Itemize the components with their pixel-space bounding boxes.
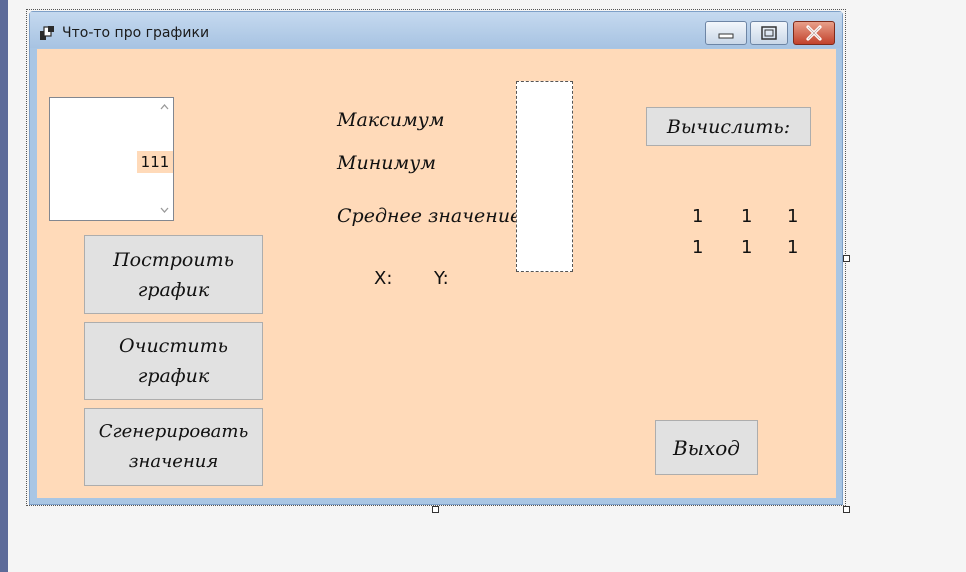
- resize-handle-right[interactable]: [843, 255, 850, 262]
- close-icon: [806, 25, 822, 41]
- maximize-icon: [761, 26, 777, 40]
- window-title: Что-то про графики: [62, 25, 210, 41]
- min-label: Минимум: [337, 152, 436, 174]
- minimize-icon: [718, 33, 734, 39]
- ide-side-strip: [0, 0, 8, 572]
- matrix-cell: 1: [741, 237, 753, 258]
- y-coordinate-label: Y:: [434, 268, 449, 289]
- clear-graph-button[interactable]: Очистить график: [84, 322, 263, 400]
- compute-button[interactable]: Вычислить:: [646, 107, 811, 146]
- maximize-button[interactable]: [750, 21, 788, 45]
- generate-values-button[interactable]: Сгенерировать значения: [84, 408, 263, 486]
- matrix-cell: 1: [787, 237, 799, 258]
- list-item[interactable]: 111: [137, 151, 173, 173]
- chevron-up-icon[interactable]: [160, 102, 169, 111]
- matrix-cell: 1: [787, 206, 799, 227]
- results-panel[interactable]: [516, 81, 573, 272]
- mean-label: Среднее значение: [337, 205, 522, 227]
- form-window: Что-то про графики 111 Построить график …: [29, 11, 843, 505]
- matrix-cell: 1: [692, 206, 704, 227]
- resize-handle-corner[interactable]: [843, 506, 850, 513]
- resize-handle-bottom[interactable]: [432, 506, 439, 513]
- app-icon: [40, 26, 54, 40]
- plot-graph-button[interactable]: Построить график: [84, 235, 263, 314]
- exit-button[interactable]: Выход: [655, 420, 758, 475]
- matrix-cell: 1: [692, 237, 704, 258]
- matrix-cell: 1: [741, 206, 753, 227]
- chevron-down-icon[interactable]: [160, 205, 169, 214]
- close-button[interactable]: [793, 21, 835, 45]
- title-bar[interactable]: Что-то про графики: [30, 12, 842, 48]
- form-client-area: 111 Построить график Очистить график Сге…: [37, 49, 836, 498]
- minimize-button[interactable]: [705, 21, 747, 45]
- x-coordinate-label: X:: [374, 268, 393, 289]
- max-label: Максимум: [337, 109, 445, 131]
